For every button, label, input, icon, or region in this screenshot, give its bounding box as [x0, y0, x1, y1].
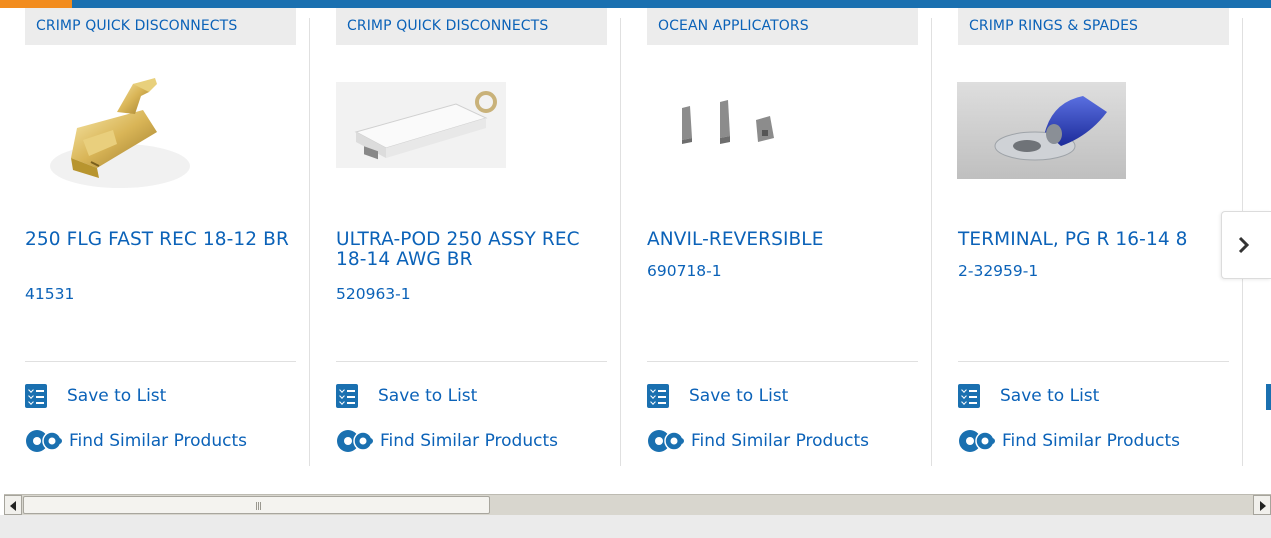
find-similar-label: Find Similar Products [69, 431, 247, 451]
checklist-icon [647, 384, 669, 408]
gears-icon [959, 430, 995, 452]
next-card-peek [1266, 384, 1271, 410]
category-tag[interactable]: CRIMP RINGS & SPADES [958, 8, 1229, 45]
product-image[interactable] [25, 70, 215, 198]
product-image[interactable] [336, 82, 506, 168]
gears-icon [648, 430, 684, 452]
part-number-link[interactable]: 520963-1 [336, 285, 411, 303]
card-divider [647, 361, 918, 362]
card-separator [620, 18, 621, 466]
product-title-link[interactable]: ANVIL-REVERSIBLE [647, 230, 917, 250]
product-card: CRIMP RINGS & SPADES TERMINAL, PG R 16-1… [933, 8, 1243, 466]
save-to-list-button[interactable]: Save to List [647, 384, 788, 408]
find-similar-button[interactable]: Find Similar Products [25, 428, 247, 454]
product-title-link[interactable]: TERMINAL, PG R 16-14 8 [958, 230, 1228, 250]
checklist-icon [958, 384, 980, 408]
scrollbar-thumb[interactable] [23, 496, 490, 514]
save-to-list-button[interactable]: Save to List [25, 384, 166, 408]
category-tag[interactable]: CRIMP QUICK DISCONNECTS [336, 8, 607, 45]
find-similar-button[interactable]: Find Similar Products [958, 428, 1180, 454]
find-similar-label: Find Similar Products [691, 431, 869, 451]
save-to-list-label: Save to List [378, 386, 478, 406]
gears-icon [26, 430, 62, 452]
footer-area [0, 515, 1271, 538]
part-number-link[interactable]: 41531 [25, 285, 74, 303]
top-accent-bar [0, 0, 1271, 8]
save-to-list-button[interactable]: Save to List [336, 384, 477, 408]
product-card: CRIMP QUICK DISCONNECTS ULTRA-POD 250 AS… [311, 8, 621, 466]
category-tag[interactable]: OCEAN APPLICATORS [647, 8, 918, 45]
find-similar-label: Find Similar Products [1002, 431, 1180, 451]
save-to-list-label: Save to List [67, 386, 167, 406]
product-card: CRIMP QUICK DISCONNECTS 250 FLG FAST REC… [0, 8, 310, 466]
product-title-link[interactable]: 250 FLG FAST REC 18-12 BR [25, 230, 295, 250]
horizontal-scrollbar[interactable] [4, 494, 1271, 515]
product-image[interactable] [957, 82, 1126, 179]
card-separator [309, 18, 310, 466]
find-similar-button[interactable]: Find Similar Products [336, 428, 558, 454]
save-to-list-label: Save to List [1000, 386, 1100, 406]
save-to-list-label: Save to List [689, 386, 789, 406]
card-divider [336, 361, 607, 362]
gears-icon [337, 430, 373, 452]
product-card: OCEAN APPLICATORS ANVIL-REVERSIBLE 69071… [622, 8, 932, 466]
find-similar-button[interactable]: Find Similar Products [647, 428, 869, 454]
top-accent-orange [0, 0, 72, 8]
find-similar-label: Find Similar Products [380, 431, 558, 451]
grip-icon [256, 502, 262, 510]
part-number-link[interactable]: 2-32959-1 [958, 262, 1038, 280]
save-to-list-button[interactable]: Save to List [958, 384, 1099, 408]
product-image[interactable] [672, 98, 782, 158]
part-number-link[interactable]: 690718-1 [647, 262, 722, 280]
card-divider [958, 361, 1229, 362]
product-carousel: CRIMP QUICK DISCONNECTS 250 FLG FAST REC… [0, 8, 1271, 466]
chevron-right-icon [1238, 236, 1250, 254]
card-divider [25, 361, 296, 362]
scroll-right-button[interactable] [1253, 495, 1271, 515]
product-title-link[interactable]: ULTRA-POD 250 ASSY REC 18-14 AWG BR [336, 230, 606, 270]
arrow-right-icon [1260, 501, 1266, 511]
scroll-left-button[interactable] [4, 495, 22, 515]
category-tag[interactable]: CRIMP QUICK DISCONNECTS [25, 8, 296, 45]
carousel-next-button[interactable] [1221, 211, 1271, 279]
card-separator [931, 18, 932, 466]
checklist-icon [336, 384, 358, 408]
checklist-icon [25, 384, 47, 408]
arrow-left-icon [10, 501, 16, 511]
